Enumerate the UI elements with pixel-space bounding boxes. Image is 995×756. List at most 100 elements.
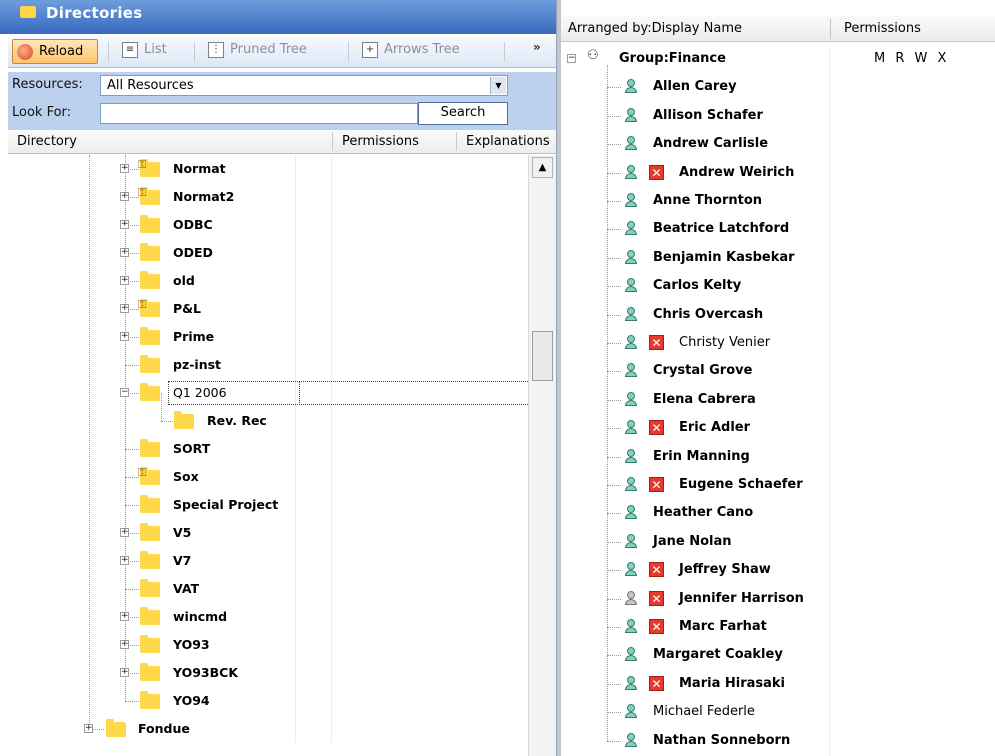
permissions-cell: [295, 603, 331, 631]
explanations-cell: [331, 547, 528, 575]
member-row[interactable]: Heather Cano: [561, 499, 995, 527]
member-row[interactable]: Andrew Carlisle: [561, 130, 995, 158]
member-row[interactable]: ✕ Eric Adler: [561, 414, 995, 442]
member-row[interactable]: ✕ Christy Venier: [561, 329, 995, 357]
member-row[interactable]: ✕ Maria Hirasaki: [561, 670, 995, 698]
member-row[interactable]: Anne Thornton: [561, 187, 995, 215]
member-row[interactable]: Erin Manning: [561, 443, 995, 471]
tree-row[interactable]: + V7: [8, 547, 528, 575]
expand-icon[interactable]: +: [120, 192, 129, 201]
column-directory[interactable]: Directory: [17, 134, 77, 149]
user-icon: [624, 647, 638, 662]
member-row[interactable]: Crystal Grove: [561, 357, 995, 385]
column-separator[interactable]: [456, 132, 457, 151]
explanations-cell: [331, 295, 528, 323]
expand-icon[interactable]: +: [120, 668, 129, 677]
arrows-tree-button[interactable]: + Arrows Tree: [362, 41, 492, 63]
expand-icon[interactable]: +: [120, 556, 129, 565]
member-row[interactable]: Michael Federle: [561, 698, 995, 726]
tree-row[interactable]: + Fondue: [8, 715, 528, 743]
expand-icon[interactable]: +: [84, 724, 93, 733]
expand-icon[interactable]: +: [120, 640, 129, 649]
tree-connector-line: [607, 371, 621, 372]
expand-icon[interactable]: +: [120, 528, 129, 537]
member-row[interactable]: ✕ Eugene Schaefer: [561, 471, 995, 499]
tree-row[interactable]: + Normat: [8, 155, 528, 183]
expand-icon[interactable]: +: [120, 220, 129, 229]
expand-icon[interactable]: +: [120, 332, 129, 341]
member-row[interactable]: ✕ Andrew Weirich: [561, 159, 995, 187]
collapse-icon[interactable]: −: [120, 388, 129, 397]
expand-icon[interactable]: +: [120, 164, 129, 173]
tree-row[interactable]: VAT: [8, 575, 528, 603]
tree-row[interactable]: Sox: [8, 463, 528, 491]
column-permissions[interactable]: Permissions: [844, 21, 921, 36]
tree-row[interactable]: + wincmd: [8, 603, 528, 631]
member-row[interactable]: Allison Schafer: [561, 102, 995, 130]
column-separator[interactable]: [332, 132, 333, 151]
column-separator: [299, 381, 300, 405]
reload-button[interactable]: Reload: [12, 39, 98, 64]
member-row[interactable]: Nathan Sonneborn: [561, 727, 995, 755]
tree-row[interactable]: + ODED: [8, 239, 528, 267]
tree-row[interactable]: + old: [8, 267, 528, 295]
tree-connector-line: [607, 741, 621, 742]
member-name: Andrew Weirich: [679, 165, 795, 180]
expand-icon[interactable]: +: [120, 248, 129, 257]
tree-row[interactable]: + Normat2: [8, 183, 528, 211]
expand-icon[interactable]: +: [120, 612, 129, 621]
vertical-scrollbar[interactable]: ▲: [528, 155, 556, 756]
column-permissions[interactable]: Permissions: [342, 134, 419, 149]
permissions-cell: [295, 407, 331, 435]
member-row[interactable]: Elena Cabrera: [561, 386, 995, 414]
tree-connector-line: [607, 712, 621, 713]
permissions-cell: [295, 435, 331, 463]
expand-icon[interactable]: +: [120, 304, 129, 313]
tree-row[interactable]: + P&L: [8, 295, 528, 323]
tree-row[interactable]: + Prime: [8, 323, 528, 351]
tree-row[interactable]: + V5: [8, 519, 528, 547]
tree-row[interactable]: Special Project: [8, 491, 528, 519]
scrollbar-thumb[interactable]: [532, 331, 553, 381]
member-row[interactable]: Benjamin Kasbekar: [561, 244, 995, 272]
secured-folder-icon: [138, 298, 160, 317]
member-row[interactable]: Carlos Kelty: [561, 272, 995, 300]
member-row[interactable]: Beatrice Latchford: [561, 215, 995, 243]
tree-row[interactable]: YO94: [8, 687, 528, 715]
member-row[interactable]: ✕ Jeffrey Shaw: [561, 556, 995, 584]
tree-row[interactable]: Rev. Rec: [8, 393, 528, 435]
column-explanations[interactable]: Explanations: [466, 134, 550, 149]
member-name: Jennifer Harrison: [679, 591, 804, 606]
list-view-button[interactable]: ≡ List: [122, 41, 184, 63]
collapse-icon[interactable]: −: [567, 54, 576, 63]
user-icon-head: [627, 647, 635, 655]
tree-row[interactable]: + YO93: [8, 631, 528, 659]
pruned-tree-button[interactable]: ⋮ Pruned Tree: [208, 41, 338, 63]
toolbar-overflow-button[interactable]: »: [533, 40, 541, 54]
member-row[interactable]: Jane Nolan: [561, 528, 995, 556]
column-arranged-by[interactable]: Arranged by:Display Name: [568, 21, 742, 36]
user-icon-head: [627, 363, 635, 371]
resources-select[interactable]: All Resources ▼: [100, 75, 508, 96]
tree-row[interactable]: + YO93BCK: [8, 659, 528, 687]
expand-icon[interactable]: +: [120, 276, 129, 285]
chevron-down-icon[interactable]: ▼: [490, 77, 506, 94]
directory-label: wincmd: [173, 609, 228, 624]
member-name: Heather Cano: [653, 505, 754, 520]
tree-row[interactable]: SORT: [8, 435, 528, 463]
rename-field[interactable]: [168, 381, 528, 405]
group-row[interactable]: − ⚇ Group:Finance M R W X: [561, 45, 995, 73]
search-button[interactable]: Search: [418, 102, 508, 125]
member-row[interactable]: Allen Carey: [561, 73, 995, 101]
user-icon: [624, 392, 638, 407]
tree-row[interactable]: pz-inst: [8, 351, 528, 379]
tree-row[interactable]: − Q1 2006: [8, 379, 528, 407]
look-for-input[interactable]: [100, 103, 418, 124]
scroll-up-arrow-icon[interactable]: ▲: [532, 157, 553, 178]
tree-row[interactable]: + ODBC: [8, 211, 528, 239]
member-row[interactable]: Chris Overcash: [561, 301, 995, 329]
member-row[interactable]: ✕ Marc Farhat: [561, 613, 995, 641]
member-row[interactable]: ✕ Jennifer Harrison: [561, 585, 995, 613]
column-separator[interactable]: [830, 19, 831, 39]
member-row[interactable]: Margaret Coakley: [561, 641, 995, 669]
